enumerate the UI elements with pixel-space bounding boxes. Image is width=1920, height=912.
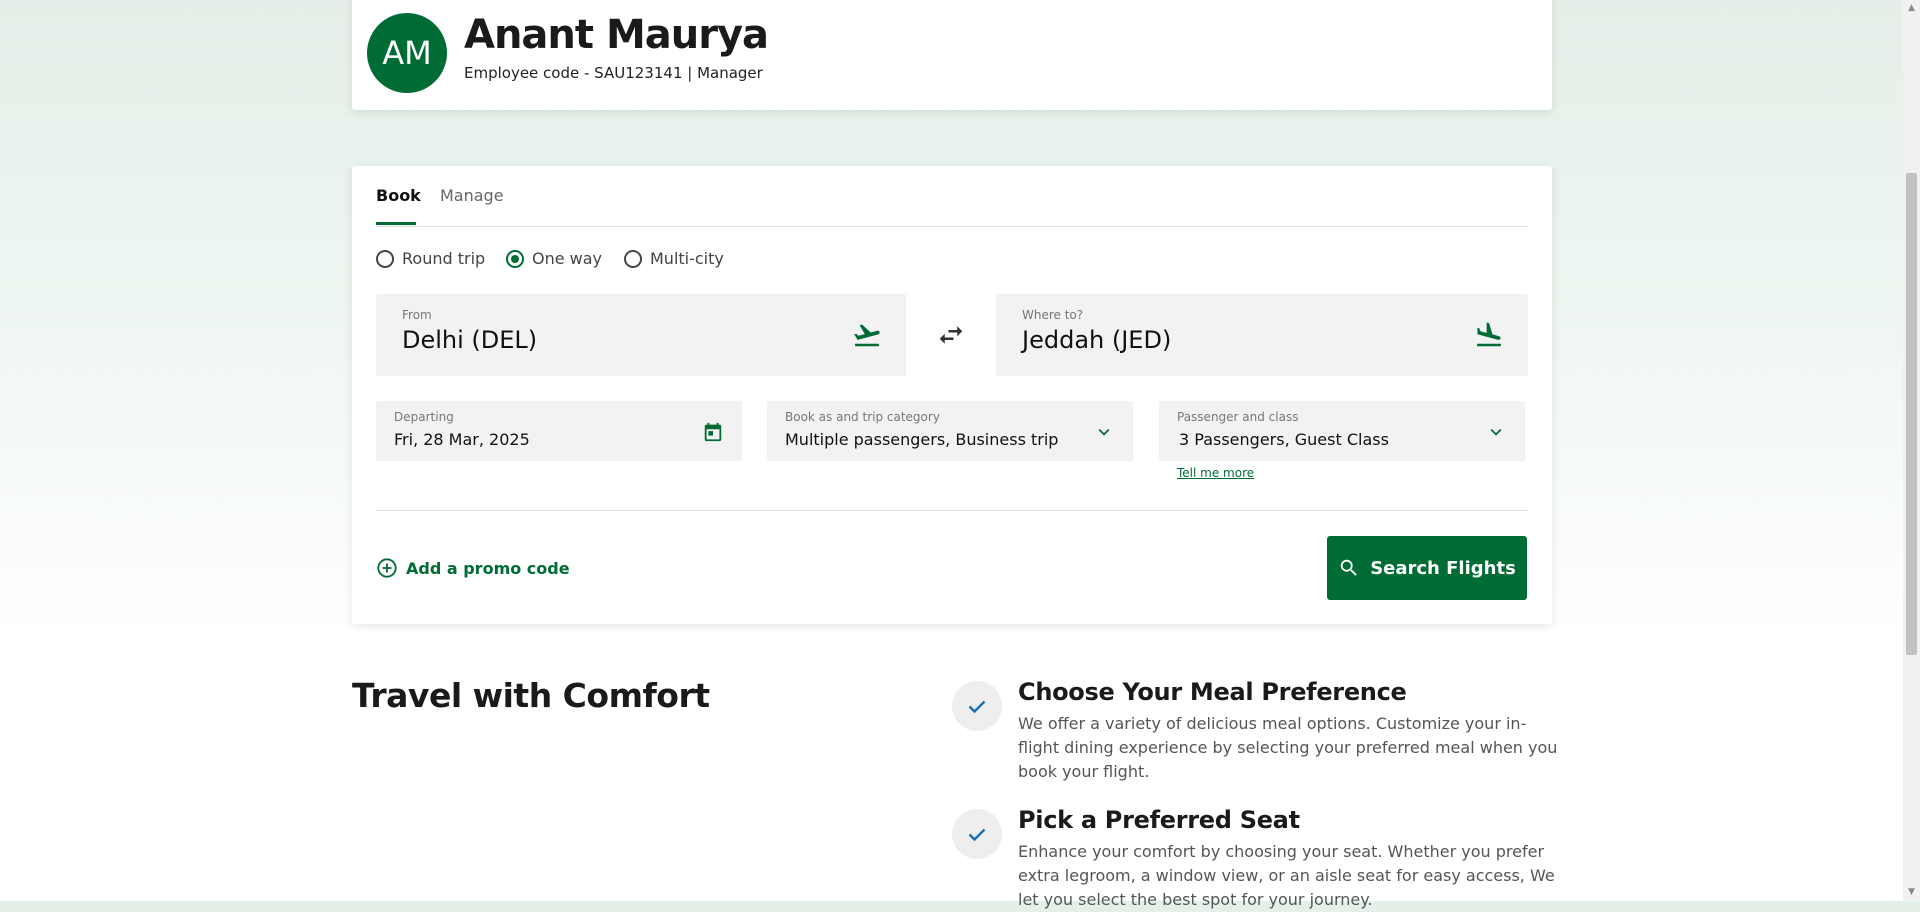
radio-circle <box>624 249 642 268</box>
radio-one-way[interactable]: One way <box>506 249 602 268</box>
search-icon <box>1340 559 1357 576</box>
feature-title: Choose Your Meal Preference <box>1018 678 1407 706</box>
passenger-value: 3 Passengers, Guest Class <box>1179 430 1389 449</box>
arrival-plane-icon <box>1477 322 1501 347</box>
from-label: From <box>402 308 432 322</box>
booking-tabs: Book Manage <box>376 166 1528 227</box>
check-icon <box>968 700 986 714</box>
search-flights-button[interactable]: Search Flights <box>1327 536 1527 600</box>
radio-label: Multi-city <box>650 249 724 268</box>
profile-card: AM Anant Maurya Employee code - SAU12314… <box>352 0 1552 110</box>
add-promo-code-button[interactable]: Add a promo code <box>376 557 570 579</box>
departing-label: Departing <box>394 410 454 424</box>
passenger-class-select[interactable]: Passenger and class 3 Passengers, Guest … <box>1159 401 1525 461</box>
radio-multi-city[interactable]: Multi-city <box>624 249 724 268</box>
search-label: Search Flights <box>1370 557 1516 579</box>
tell-me-more-link[interactable]: Tell me more <box>1177 466 1254 480</box>
chevron-down-icon <box>1490 428 1502 436</box>
radio-round-trip[interactable]: Round trip <box>376 249 485 268</box>
scroll-down-arrow-icon[interactable]: ▼ <box>1903 884 1920 901</box>
radio-circle <box>376 249 394 268</box>
swap-arrows-icon[interactable] <box>936 320 966 350</box>
departing-date-field[interactable]: Departing Fri, 28 Mar, 2025 <box>376 401 742 461</box>
radio-circle-selected <box>506 249 524 268</box>
check-icon <box>968 828 986 842</box>
to-label: Where to? <box>1022 308 1084 322</box>
radio-label: Round trip <box>402 249 486 268</box>
from-value: Delhi (DEL) <box>402 326 538 354</box>
check-badge <box>952 681 1002 731</box>
chevron-down-icon <box>1098 428 1110 436</box>
divider <box>376 510 1528 511</box>
tab-book[interactable]: Book <box>376 186 421 205</box>
feature-description: Enhance your comfort by choosing your se… <box>1018 842 1555 909</box>
tab-manage[interactable]: Manage <box>440 186 504 205</box>
departing-value: Fri, 28 Mar, 2025 <box>394 430 530 449</box>
passenger-label: Passenger and class <box>1177 410 1299 424</box>
category-label: Book as and trip category <box>785 410 940 424</box>
scroll-up-arrow-icon[interactable]: ▲ <box>1903 0 1920 17</box>
avatar: AM <box>367 13 447 93</box>
plus-circle-icon <box>377 558 397 578</box>
radio-label: One way <box>532 249 603 268</box>
feature-description: We offer a variety of delicious meal opt… <box>1018 714 1558 781</box>
category-value: Multiple passengers, Business trip <box>785 430 1059 449</box>
employee-code: Employee code - SAU123141 | Manager <box>464 64 763 82</box>
calendar-icon <box>704 422 722 442</box>
booking-widget: Book Manage Round trip One way Multi-cit… <box>352 166 1552 624</box>
active-tab-indicator <box>376 222 416 225</box>
employee-name: Anant Maurya <box>464 12 769 58</box>
to-field[interactable]: Where to? Jeddah (JED) <box>996 294 1528 376</box>
check-badge <box>952 809 1002 859</box>
trip-category-select[interactable]: Book as and trip category Multiple passe… <box>767 401 1133 461</box>
comfort-heading: Travel with Comfort <box>352 676 710 715</box>
promo-label: Add a promo code <box>406 558 570 578</box>
scrollbar-thumb[interactable] <box>1906 173 1917 655</box>
to-value: Jeddah (JED) <box>1022 326 1172 354</box>
departure-plane-icon <box>854 324 880 347</box>
from-field[interactable]: From Delhi (DEL) <box>376 294 906 376</box>
page-scrollbar[interactable]: ▲ ▼ <box>1903 0 1920 901</box>
feature-title: Pick a Preferred Seat <box>1018 806 1300 834</box>
